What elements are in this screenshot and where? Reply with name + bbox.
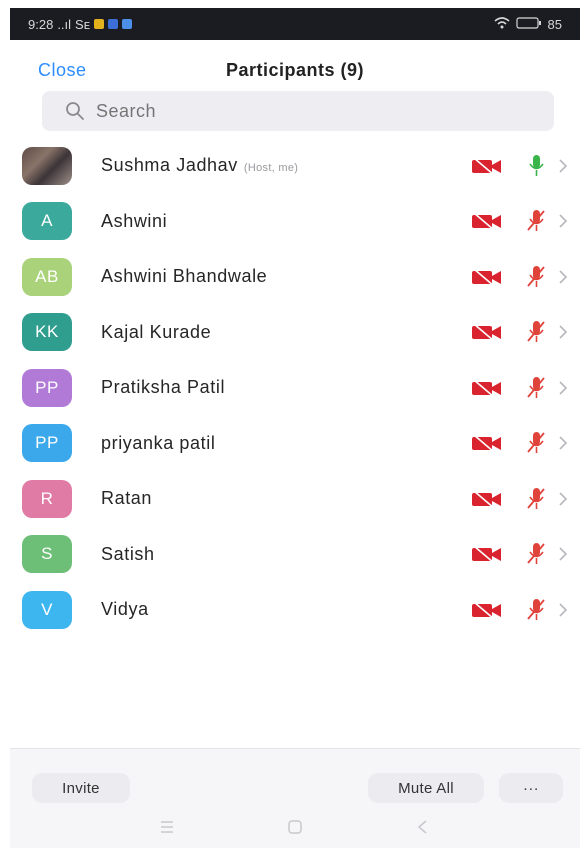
mic-muted-icon[interactable]	[525, 486, 547, 512]
video-off-icon[interactable]	[470, 211, 504, 231]
participant-name: Satish	[101, 544, 155, 565]
home-icon[interactable]	[286, 819, 304, 835]
mic-muted-icon[interactable]	[525, 430, 547, 456]
participant-row[interactable]: V Vidya	[10, 582, 580, 638]
video-off-icon[interactable]	[470, 156, 504, 176]
avatar: PP	[22, 424, 72, 463]
avatar	[22, 146, 72, 185]
app-notification-icon	[108, 19, 119, 29]
mic-muted-icon[interactable]	[525, 319, 547, 345]
participant-name: Vidya	[101, 599, 149, 620]
page-title: Participants (9)	[225, 60, 365, 80]
participant-name: Ashwini Bhandwale	[101, 266, 267, 287]
chevron-right-icon[interactable]	[557, 268, 569, 286]
participant-name-text: Ashwini	[101, 210, 168, 231]
participant-name: Sushma Jadhav (Host, me)	[101, 155, 298, 176]
video-off-icon[interactable]	[470, 267, 504, 287]
back-icon[interactable]	[414, 819, 432, 835]
video-off-icon[interactable]	[470, 489, 504, 509]
avatar: A	[22, 202, 72, 241]
message-notification-icon	[122, 19, 133, 29]
participant-name: Kajal Kurade	[101, 322, 211, 343]
invite-button[interactable]: Invite	[32, 773, 130, 803]
video-off-icon[interactable]	[470, 378, 504, 398]
search-icon	[66, 102, 84, 120]
wifi-icon	[494, 16, 510, 32]
mic-muted-icon[interactable]	[525, 208, 547, 234]
search-input[interactable]	[94, 99, 330, 123]
chevron-right-icon[interactable]	[557, 434, 569, 452]
participant-name-text: Ratan	[101, 488, 153, 509]
video-off-icon[interactable]	[470, 322, 504, 342]
participant-name-text: Satish	[101, 543, 155, 564]
mic-on-icon[interactable]	[525, 153, 547, 179]
network-label: Sᴇ	[75, 16, 91, 32]
status-right: 85	[494, 17, 562, 32]
chevron-right-icon[interactable]	[557, 379, 569, 397]
chevron-right-icon[interactable]	[557, 601, 569, 619]
status-bar: 9:28 ..ıl Sᴇ 85	[10, 8, 580, 40]
battery-icon	[515, 16, 542, 32]
bottom-toolbar: Invite Mute All ···	[10, 748, 580, 848]
participant-row[interactable]: Sushma Jadhav (Host, me)	[10, 138, 580, 194]
system-nav-bar	[10, 819, 580, 835]
menu-icon[interactable]	[158, 819, 176, 835]
mic-muted-icon[interactable]	[525, 541, 547, 567]
chevron-right-icon[interactable]	[557, 490, 569, 508]
signal-icon: ..ıl	[57, 16, 72, 32]
avatar: KK	[22, 313, 72, 352]
participant-name-text: Kajal Kurade	[101, 321, 212, 342]
participant-name-text: Sushma Jadhav	[101, 155, 238, 176]
mic-muted-icon[interactable]	[525, 375, 547, 401]
search-bar[interactable]	[42, 91, 554, 131]
chevron-right-icon[interactable]	[557, 212, 569, 230]
chevron-right-icon[interactable]	[557, 545, 569, 563]
avatar: AB	[22, 257, 72, 296]
participant-name-text: Vidya	[101, 599, 149, 620]
participant-row[interactable]: S Satish	[10, 527, 580, 583]
video-off-icon[interactable]	[470, 544, 504, 564]
avatar: V	[22, 590, 72, 629]
participant-row[interactable]: A Ashwini	[10, 194, 580, 250]
mic-muted-icon[interactable]	[525, 597, 547, 623]
more-options-button[interactable]: ···	[499, 773, 563, 803]
chevron-right-icon[interactable]	[557, 157, 569, 175]
participant-name: Ratan	[101, 488, 152, 509]
avatar: PP	[22, 368, 72, 407]
participant-row[interactable]: AB Ashwini Bhandwale	[10, 249, 580, 305]
participant-name: Ashwini	[101, 211, 167, 232]
status-time: 9:28	[28, 16, 54, 32]
participant-role: (Host, me)	[243, 162, 299, 175]
participant-row[interactable]: R Ratan	[10, 471, 580, 527]
participant-list: Sushma Jadhav (Host, me) A Ashwini AB Ashwini…	[10, 138, 580, 638]
avatar: S	[22, 535, 72, 574]
notification-icon	[94, 19, 105, 29]
status-left: 9:28 ..ıl Sᴇ	[28, 16, 133, 32]
participant-name-text: Pratiksha Patil	[101, 377, 226, 398]
app-frame: 9:28 ..ıl Sᴇ 85 Close Participants (9) S…	[10, 8, 580, 848]
video-off-icon[interactable]	[470, 433, 504, 453]
participant-name: priyanka patil	[101, 433, 215, 454]
participant-name-text: Ashwini Bhandwale	[101, 266, 268, 287]
battery-level: 85	[547, 16, 562, 32]
avatar: R	[22, 479, 72, 518]
mic-muted-icon[interactable]	[525, 264, 547, 290]
participant-row[interactable]: PP priyanka patil	[10, 416, 580, 472]
participant-name-text: priyanka patil	[101, 432, 216, 453]
chevron-right-icon[interactable]	[557, 323, 569, 341]
video-off-icon[interactable]	[470, 600, 504, 620]
participant-row[interactable]: PP Pratiksha Patil	[10, 360, 580, 416]
participant-row[interactable]: KK Kajal Kurade	[10, 305, 580, 361]
mute-all-button[interactable]: Mute All	[368, 773, 484, 803]
participant-name: Pratiksha Patil	[101, 377, 225, 398]
